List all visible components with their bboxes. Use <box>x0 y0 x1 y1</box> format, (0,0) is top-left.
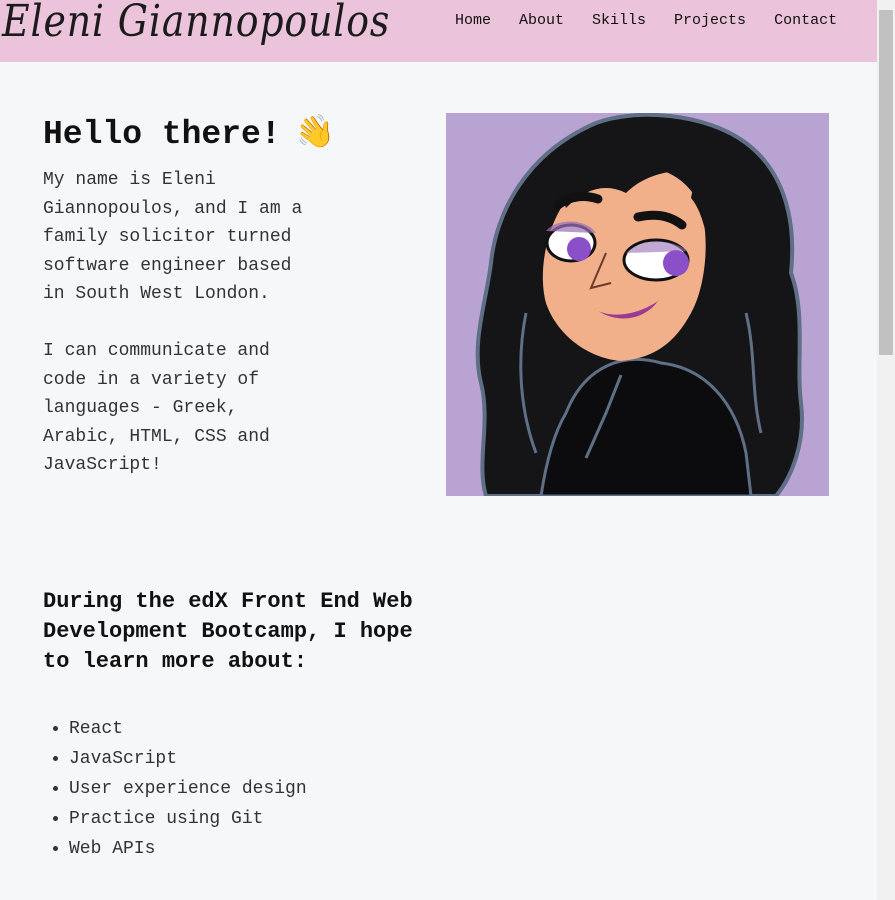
intro-text: My name is Eleni Giannopoulos, and I am … <box>43 166 313 480</box>
languages-paragraph: I can communicate and code in a variety … <box>43 340 270 476</box>
nav-home[interactable]: Home <box>441 12 505 29</box>
list-item: Web APIs <box>69 834 307 864</box>
hero-heading: Hello there! 👋 <box>43 110 337 154</box>
nav-about[interactable]: About <box>505 12 578 29</box>
nav-links: Home About Skills Projects Contact <box>441 12 851 29</box>
greeting-text: Hello there! <box>43 116 281 153</box>
nav-projects[interactable]: Projects <box>660 12 760 29</box>
waving-hand-icon: 👋 <box>291 109 338 155</box>
learning-heading: During the edX Front End Web Development… <box>43 589 413 674</box>
scrollbar[interactable] <box>877 0 895 900</box>
nav-contact[interactable]: Contact <box>760 12 851 29</box>
navbar: Eleni Giannopoulos Home About Skills Pro… <box>0 0 877 62</box>
list-item: React <box>69 714 307 744</box>
list-item: Practice using Git <box>69 804 307 834</box>
portrait-illustration <box>446 113 829 496</box>
list-item: User experience design <box>69 774 307 804</box>
nav-skills[interactable]: Skills <box>578 12 660 29</box>
brand-logo[interactable]: Eleni Giannopoulos <box>2 0 390 47</box>
list-item: JavaScript <box>69 744 307 774</box>
scroll-thumb[interactable] <box>879 10 893 355</box>
intro-paragraph: My name is Eleni Giannopoulos, and I am … <box>43 170 303 305</box>
learning-list: React JavaScript User experience design … <box>43 714 307 864</box>
